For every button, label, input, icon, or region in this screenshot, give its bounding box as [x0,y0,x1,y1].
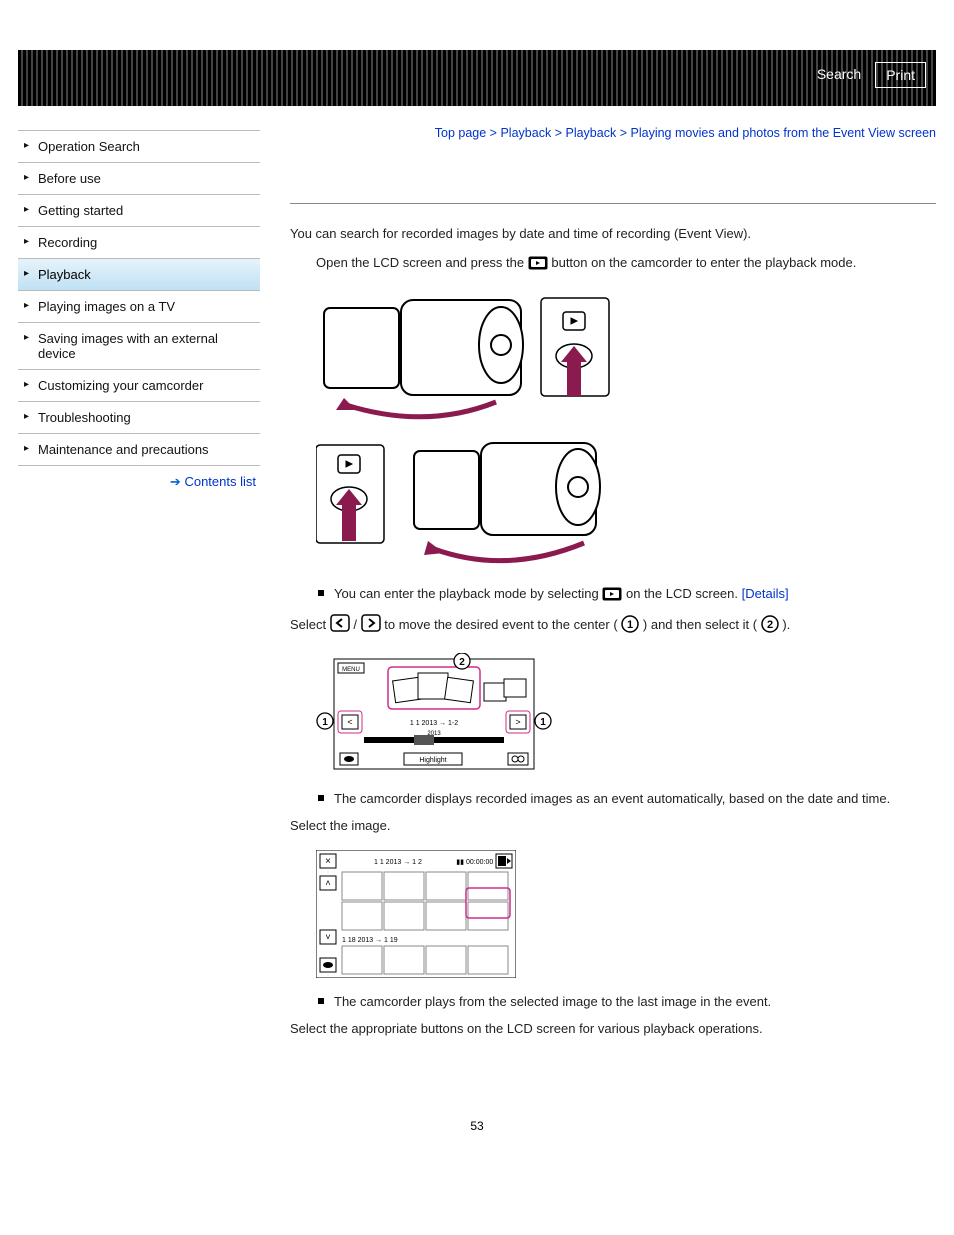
print-button[interactable]: Print [875,62,926,88]
crumb-l3[interactable]: Playing movies and photos from the Event… [631,126,937,140]
figure-camcorder-press [316,437,936,570]
step2-b: to move the desired event to the center … [384,617,617,632]
sidebar-list: Operation Search Before use Getting star… [18,130,260,466]
divider [290,203,936,204]
svg-text:1: 1 [540,717,546,728]
header-banner: Search Print [18,50,936,106]
step2-a: Select [290,617,330,632]
crumb-l1[interactable]: Playback [500,126,551,140]
bullet-icon [318,998,324,1004]
main-content: Top page > Playback > Playback > Playing… [260,106,936,1039]
svg-text:˅: ˅ [325,932,330,942]
step-1: Open the LCD screen and press the button… [316,253,936,276]
bullet-1: You can enter the playback mode by selec… [334,584,936,607]
circled-1-icon: 1 [621,615,639,639]
figure-camcorder-open [316,290,936,423]
fig3-menu-label: MENU [342,667,360,673]
crumb-sep: > [555,126,562,140]
fig4-date1: 1 1 2013 → 1 2 [374,859,422,866]
playback-icon [528,256,548,276]
svg-text:2: 2 [459,657,465,668]
svg-text:×: × [325,856,331,867]
crumb-sep: > [620,126,627,140]
arrow-right-icon: ➔ [170,474,181,489]
svg-text:1: 1 [627,619,633,631]
figure-event-view: MENU < [316,653,936,775]
bullet-3: The camcorder plays from the selected im… [334,992,936,1012]
crumb-sep: > [490,126,497,140]
fig4-time: 00:00:00 [466,859,493,866]
step-2: Select / to move the desired event to th… [290,614,936,639]
search-link[interactable]: Search [813,62,865,88]
next-icon [361,614,381,638]
bullet1-a: You can enter the playback mode by selec… [334,586,602,601]
bullet-icon [318,590,324,596]
sidebar-item-customizing[interactable]: Customizing your camcorder [18,370,260,402]
step2-c: ) and then select it ( [643,617,757,632]
details-link[interactable]: [Details] [742,586,789,601]
fig4-date2: 1 18 2013 → 1 19 [342,937,398,944]
circled-2-icon: 2 [761,615,779,639]
step1-text-b: button on the camcorder to enter the pla… [551,255,856,270]
page-number: 53 [0,1119,954,1133]
contents-list-label: Contents list [184,474,256,489]
step-4: Select the appropriate buttons on the LC… [290,1019,936,1039]
crumb-top[interactable]: Top page [435,126,486,140]
contents-list-link[interactable]: ➔ Contents list [18,466,260,490]
sidebar-item-saving[interactable]: Saving images with an external device [18,323,260,370]
svg-text:2: 2 [767,619,773,631]
bullet-2: The camcorder displays recorded images a… [334,789,936,809]
svg-text:˄: ˄ [325,878,330,888]
sidebar-item-troubleshooting[interactable]: Troubleshooting [18,402,260,434]
fig3-highlight: Highlight [419,757,446,764]
sidebar-item-recording[interactable]: Recording [18,227,260,259]
svg-text:<: < [347,717,352,727]
step2-mid: / [353,617,360,632]
prev-icon [330,614,350,638]
svg-text:1: 1 [322,717,328,728]
breadcrumb: Top page > Playback > Playback > Playing… [290,124,936,143]
bullet1-b: on the LCD screen. [626,586,742,601]
sidebar-item-getting-started[interactable]: Getting started [18,195,260,227]
figure-image-grid: × 1 1 2013 → 1 2 ▮▮ 00:00:00 ˄ ˅ 1 18 [316,850,936,978]
svg-text:>: > [515,717,520,727]
sidebar-item-tv[interactable]: Playing images on a TV [18,291,260,323]
step-3: Select the image. [290,816,936,836]
sidebar-item-playback[interactable]: Playback [18,259,260,291]
bullet-icon [318,795,324,801]
svg-text:▮▮: ▮▮ [456,859,464,866]
fig3-timeline: 2013 [427,731,441,737]
crumb-l2[interactable]: Playback [565,126,616,140]
step1-text-a: Open the LCD screen and press the [316,255,528,270]
sidebar-item-before-use[interactable]: Before use [18,163,260,195]
step2-d: ). [782,617,790,632]
playback-icon [602,587,622,607]
intro-text: You can search for recorded images by da… [290,224,936,244]
sidebar-nav: Operation Search Before use Getting star… [18,106,260,1039]
sidebar-item-maintenance[interactable]: Maintenance and precautions [18,434,260,466]
fig3-date: 1 1 2013 → 1-2 [410,720,458,727]
sidebar-item-operation-search[interactable]: Operation Search [18,131,260,163]
